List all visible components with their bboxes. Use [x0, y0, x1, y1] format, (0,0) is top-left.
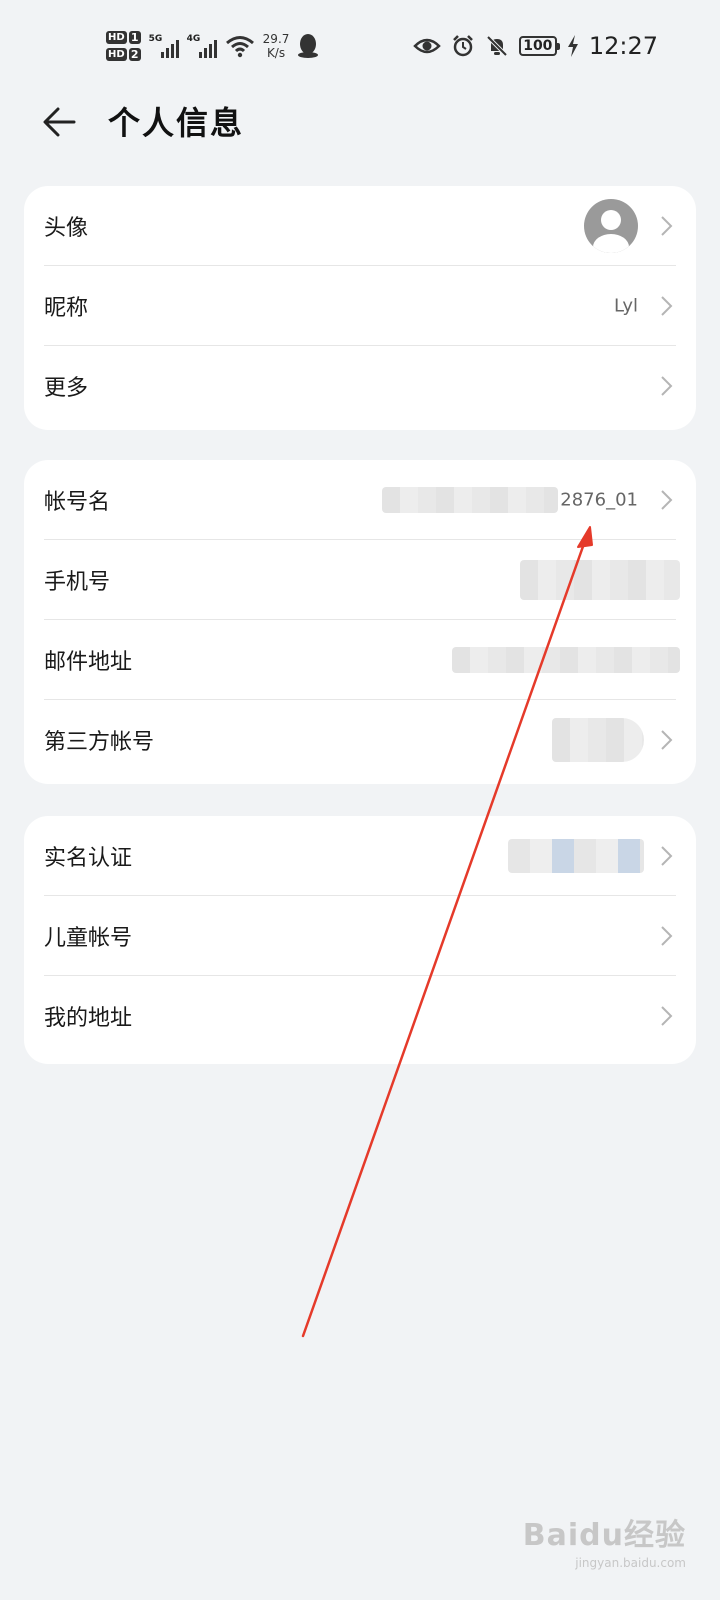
signal-5g-label: 5G [148, 34, 163, 44]
profile-card: 头像 昵称 Lyl 更多 [24, 186, 696, 430]
chevron-right-icon [661, 730, 673, 750]
nickname-value: Lyl [613, 295, 638, 317]
third-party-label: 第三方帐号 [44, 730, 155, 755]
network-speed: 29.7 K/s [263, 32, 290, 60]
realname-row[interactable]: 实名认证 [24, 816, 696, 896]
battery-indicator: 100 [518, 36, 560, 56]
account-name-row[interactable]: 帐号名 2876_01 [24, 460, 696, 540]
chevron-right-icon [661, 296, 673, 316]
redacted-account-prefix [382, 487, 558, 513]
realname-label: 实名认证 [44, 846, 133, 871]
chevron-right-icon [661, 376, 673, 396]
network-speed-unit: K/s [266, 46, 286, 60]
chevron-right-icon [661, 926, 673, 946]
signal-4g-label: 4G [186, 34, 201, 44]
redacted-third-party [552, 718, 644, 762]
sim1-indicator: HD 1 [106, 31, 141, 44]
account-name-label: 帐号名 [44, 490, 111, 515]
signal-5g-icon: 5G [149, 34, 179, 58]
more-row[interactable]: 更多 [24, 346, 696, 426]
email-row[interactable]: 邮件地址 [24, 620, 696, 700]
network-speed-value: 29.7 [262, 32, 290, 46]
mute-bell-icon [486, 35, 508, 57]
account-card: 帐号名 2876_01 手机号 邮件地址 第三方帐号 [24, 460, 696, 784]
phone-label: 手机号 [44, 570, 111, 595]
chevron-right-icon [661, 846, 673, 866]
chevron-right-icon [661, 216, 673, 236]
eye-icon [413, 38, 441, 54]
page-title: 个人信息 [108, 104, 245, 142]
charging-icon [567, 35, 578, 57]
alarm-icon [452, 35, 473, 57]
sim1-hd-label: HD [106, 31, 127, 44]
clock: 12:27 [588, 32, 658, 60]
signal-4g-icon: 4G [187, 34, 217, 58]
watermark-url: jingyan.baidu.com [575, 1556, 686, 1570]
default-avatar-icon [593, 210, 629, 253]
redacted-phone [520, 560, 680, 600]
watermark-brand: Baidu经验 [522, 1518, 686, 1553]
chevron-right-icon [661, 490, 673, 510]
sim2-hd-label: HD [106, 48, 127, 61]
status-right: 100 12:27 [413, 28, 658, 64]
baidu-watermark: Baidu经验 jingyan.baidu.com [523, 1510, 686, 1570]
personal-info-screen: HD 1 HD 2 5G 4G 29.7 K/s 100 12:27 个人信息 … [0, 0, 720, 1600]
redacted-email [452, 647, 680, 673]
status-bar: HD 1 HD 2 5G 4G 29.7 K/s 100 12:27 [0, 0, 720, 90]
avatar-label: 头像 [44, 216, 89, 241]
my-address-label: 我的地址 [44, 1006, 133, 1031]
sim-indicators: HD 1 HD 2 [106, 31, 141, 61]
my-address-row[interactable]: 我的地址 [24, 976, 696, 1056]
child-account-row[interactable]: 儿童帐号 [24, 896, 696, 976]
account-name-value: 2876_01 [560, 489, 638, 511]
nickname-label: 昵称 [44, 296, 89, 321]
avatar [584, 199, 638, 253]
sim2-indicator: HD 2 [106, 48, 141, 61]
third-party-row[interactable]: 第三方帐号 [24, 700, 696, 780]
app-header: 个人信息 [0, 90, 720, 154]
sim2-number: 2 [128, 48, 141, 61]
back-arrow-icon[interactable] [40, 100, 80, 144]
more-label: 更多 [44, 376, 89, 401]
qq-icon [298, 34, 319, 58]
avatar-row[interactable]: 头像 [24, 186, 696, 266]
misc-card: 实名认证 儿童帐号 我的地址 [24, 816, 696, 1064]
phone-row[interactable]: 手机号 [24, 540, 696, 620]
email-label: 邮件地址 [44, 650, 133, 675]
redacted-realname-status [508, 839, 644, 873]
wifi-icon [225, 36, 254, 58]
nickname-row[interactable]: 昵称 Lyl [24, 266, 696, 346]
status-left: HD 1 HD 2 5G 4G 29.7 K/s [106, 22, 319, 70]
sim1-number: 1 [128, 31, 141, 44]
child-account-label: 儿童帐号 [44, 926, 133, 951]
chevron-right-icon [661, 1006, 673, 1026]
